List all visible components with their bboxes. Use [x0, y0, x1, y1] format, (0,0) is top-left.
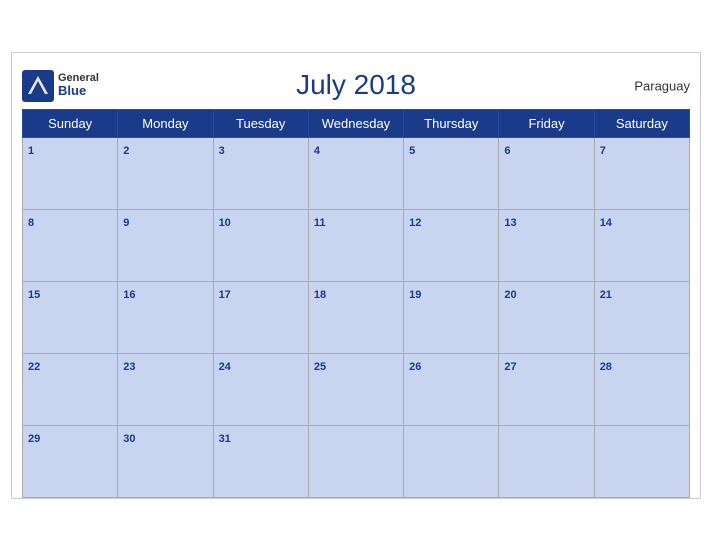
- date-number-3: 3: [219, 145, 225, 157]
- date-number-14: 14: [600, 217, 612, 229]
- day-cell-19: 19: [404, 281, 499, 353]
- date-number-8: 8: [28, 217, 34, 229]
- empty-cell-w4-d6: [594, 425, 689, 497]
- date-number-7: 7: [600, 145, 606, 157]
- day-cell-6: 6: [499, 137, 594, 209]
- day-cell-27: 27: [499, 353, 594, 425]
- date-number-18: 18: [314, 289, 326, 301]
- empty-cell-w4-d5: [499, 425, 594, 497]
- day-cell-15: 15: [23, 281, 118, 353]
- week-row-5: 29 30 31: [23, 425, 690, 497]
- day-cell-25: 25: [308, 353, 403, 425]
- empty-cell-w4-d3: [308, 425, 403, 497]
- country-label: Paraguay: [634, 78, 690, 93]
- date-number-6: 6: [504, 145, 510, 157]
- date-number-16: 16: [123, 289, 135, 301]
- logo: General Blue: [22, 70, 99, 102]
- date-number-2: 2: [123, 145, 129, 157]
- header-saturday: Saturday: [594, 109, 689, 137]
- day-cell-16: 16: [118, 281, 213, 353]
- day-cell-22: 22: [23, 353, 118, 425]
- date-number-15: 15: [28, 289, 40, 301]
- date-number-17: 17: [219, 289, 231, 301]
- day-cell-31: 31: [213, 425, 308, 497]
- date-number-1: 1: [28, 145, 34, 157]
- day-cell-9: 9: [118, 209, 213, 281]
- date-number-4: 4: [314, 145, 320, 157]
- date-number-27: 27: [504, 361, 516, 373]
- empty-cell-w4-d4: [404, 425, 499, 497]
- logo-text: General Blue: [58, 72, 99, 98]
- calendar-grid: Sunday Monday Tuesday Wednesday Thursday…: [22, 109, 690, 498]
- week-row-2: 8 9 10 11 12 13 14: [23, 209, 690, 281]
- day-cell-26: 26: [404, 353, 499, 425]
- day-cell-28: 28: [594, 353, 689, 425]
- day-cell-18: 18: [308, 281, 403, 353]
- day-cell-23: 23: [118, 353, 213, 425]
- header-tuesday: Tuesday: [213, 109, 308, 137]
- day-cell-3: 3: [213, 137, 308, 209]
- date-number-20: 20: [504, 289, 516, 301]
- calendar-container: General Blue July 2018 Paraguay Sunday M…: [11, 52, 701, 499]
- day-cell-29: 29: [23, 425, 118, 497]
- date-number-30: 30: [123, 433, 135, 445]
- date-number-28: 28: [600, 361, 612, 373]
- week-row-4: 22 23 24 25 26 27 28: [23, 353, 690, 425]
- day-cell-20: 20: [499, 281, 594, 353]
- day-cell-13: 13: [499, 209, 594, 281]
- day-cell-11: 11: [308, 209, 403, 281]
- date-number-12: 12: [409, 217, 421, 229]
- date-number-9: 9: [123, 217, 129, 229]
- day-cell-5: 5: [404, 137, 499, 209]
- logo-icon: [22, 70, 54, 102]
- date-number-10: 10: [219, 217, 231, 229]
- logo-blue-label: Blue: [58, 84, 99, 98]
- day-cell-7: 7: [594, 137, 689, 209]
- day-cell-12: 12: [404, 209, 499, 281]
- date-number-31: 31: [219, 433, 231, 445]
- header-thursday: Thursday: [404, 109, 499, 137]
- date-number-13: 13: [504, 217, 516, 229]
- day-cell-4: 4: [308, 137, 403, 209]
- date-number-26: 26: [409, 361, 421, 373]
- day-cell-17: 17: [213, 281, 308, 353]
- date-number-22: 22: [28, 361, 40, 373]
- header-monday: Monday: [118, 109, 213, 137]
- date-number-23: 23: [123, 361, 135, 373]
- date-number-29: 29: [28, 433, 40, 445]
- date-number-11: 11: [314, 217, 326, 229]
- calendar-title: July 2018: [296, 69, 416, 101]
- date-number-24: 24: [219, 361, 231, 373]
- day-cell-21: 21: [594, 281, 689, 353]
- day-cell-10: 10: [213, 209, 308, 281]
- day-cell-24: 24: [213, 353, 308, 425]
- header-wednesday: Wednesday: [308, 109, 403, 137]
- day-cell-14: 14: [594, 209, 689, 281]
- header-friday: Friday: [499, 109, 594, 137]
- weekday-header-row: Sunday Monday Tuesday Wednesday Thursday…: [23, 109, 690, 137]
- day-cell-1: 1: [23, 137, 118, 209]
- week-row-3: 15 16 17 18 19 20 21: [23, 281, 690, 353]
- calendar-header: General Blue July 2018 Paraguay: [22, 63, 690, 109]
- day-cell-2: 2: [118, 137, 213, 209]
- header-sunday: Sunday: [23, 109, 118, 137]
- date-number-5: 5: [409, 145, 415, 157]
- date-number-19: 19: [409, 289, 421, 301]
- date-number-21: 21: [600, 289, 612, 301]
- day-cell-8: 8: [23, 209, 118, 281]
- day-cell-30: 30: [118, 425, 213, 497]
- date-number-25: 25: [314, 361, 326, 373]
- week-row-1: 1 2 3 4 5 6 7: [23, 137, 690, 209]
